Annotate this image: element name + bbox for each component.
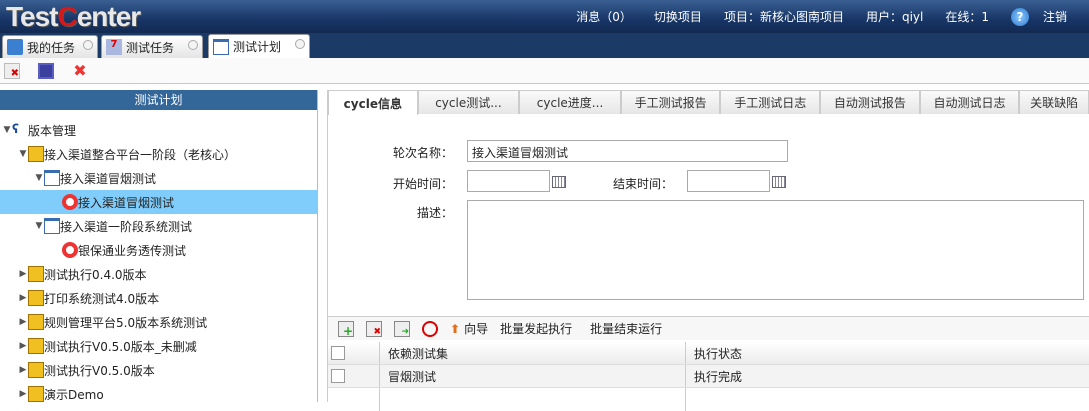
briefcase-icon xyxy=(28,386,44,402)
plan-icon xyxy=(213,38,229,55)
app-header: TestCenter 消息（0） 切换项目 项目：新核心图南项目 用户：qiyl… xyxy=(0,0,1089,33)
column-header[interactable]: 执行状态 xyxy=(686,342,1089,364)
tree-node[interactable]: ▶ 测试执行0.4.0版本 xyxy=(0,262,317,286)
signpost-icon: ⬆ xyxy=(450,321,461,336)
plan-icon xyxy=(44,170,60,186)
close-icon[interactable] xyxy=(188,40,198,50)
forbid-icon[interactable] xyxy=(422,320,438,337)
calendar-icon[interactable] xyxy=(772,176,786,188)
basket-icon xyxy=(7,39,23,55)
row-checkbox[interactable] xyxy=(331,369,345,383)
lifebuoy-icon xyxy=(62,194,78,210)
delete-file-icon[interactable]: ✖ xyxy=(4,62,20,79)
tree-node[interactable]: 银保通业务透传测试 xyxy=(0,238,317,262)
tab-test-plan[interactable]: 测试计划 xyxy=(208,34,310,58)
logout-link[interactable]: 注销 xyxy=(1043,8,1067,25)
import-row-icon[interactable]: ➜ xyxy=(394,320,410,337)
tree-node[interactable]: ▶ 测试执行V0.5.0版本_未删减 xyxy=(0,334,317,358)
user-label: 用户：qiyl xyxy=(865,10,924,24)
briefcase-icon xyxy=(28,266,44,282)
project-label: 项目：新核心图南项目 xyxy=(723,10,844,24)
tree-node[interactable]: ▶ 打印系统测试4.0版本 xyxy=(0,286,317,310)
end-time-input[interactable] xyxy=(687,170,770,192)
tab-cycle-progress[interactable]: cycle进度... xyxy=(519,90,621,114)
toolbar: ✖ ✖ xyxy=(0,58,1089,84)
tree-node[interactable]: ▶ 规则管理平台5.0版本系统测试 xyxy=(0,310,317,334)
logo: TestCenter xyxy=(6,1,141,32)
briefcase-icon xyxy=(28,146,44,162)
briefcase-icon xyxy=(28,338,44,354)
delete-row-icon[interactable]: ✖ xyxy=(366,320,382,337)
version-icon: ʕ xyxy=(12,122,19,136)
tab-test-tasks[interactable]: 7 测试任务 xyxy=(101,35,203,58)
column-header[interactable]: 依赖测试集 xyxy=(380,342,686,364)
grid-toolbar: + ✖ ➜ ⬆ 向导 批量发起执行 批量结束运行 xyxy=(328,316,1089,340)
close-icon[interactable]: ✖ xyxy=(72,62,88,79)
batch-start-button[interactable]: 批量发起执行 xyxy=(500,320,572,337)
panel-title: 测试计划 xyxy=(0,90,317,110)
briefcase-icon xyxy=(28,314,44,330)
tab-my-tasks[interactable]: 我的任务 xyxy=(2,35,98,58)
tree-node[interactable]: ▼ 接入渠道一阶段系统测试 xyxy=(0,214,317,238)
batch-end-button[interactable]: 批量结束运行 xyxy=(590,320,662,337)
tab-manual-log[interactable]: 手工测试日志 xyxy=(720,90,821,114)
tab-cycle-info[interactable]: cycle信息 xyxy=(328,90,418,115)
close-icon[interactable] xyxy=(295,39,305,49)
close-icon[interactable] xyxy=(83,40,93,50)
add-row-icon[interactable]: + xyxy=(338,320,354,338)
tab-manual-report[interactable]: 手工测试报告 xyxy=(620,90,721,114)
wizard-button[interactable]: ⬆ 向导 xyxy=(450,320,488,337)
calendar-icon[interactable] xyxy=(552,176,566,188)
description-label: 描述： xyxy=(417,206,454,220)
grid-header: 依赖测试集 执行状态 xyxy=(328,342,1089,365)
left-panel: 测试计划 ▼ ʕ 版本管理 ▼ 接入渠道整合平台一阶段（老核心） ▼ 接入渠道冒烟测试 … xyxy=(0,90,318,402)
online-label: 在线：1 xyxy=(945,10,989,24)
cell-test-set: 冒烟测试 xyxy=(380,365,686,387)
start-time-label: 开始时间： xyxy=(393,177,454,191)
cell-status: 执行完成 xyxy=(694,369,743,384)
tree-node[interactable]: ▼ ʕ 版本管理 xyxy=(0,118,317,142)
empty-row xyxy=(328,388,1089,411)
tree-node[interactable]: ▶ 测试执行V0.5.0版本 xyxy=(0,358,317,382)
tree-node[interactable]: ▼ 接入渠道整合平台一阶段（老核心） xyxy=(0,142,317,166)
plan-icon xyxy=(44,218,60,234)
tree-node-selected[interactable]: 接入渠道冒烟测试 xyxy=(0,190,317,214)
tree-node[interactable]: ▶ 演示Demo xyxy=(0,382,317,406)
messages-link[interactable]: 消息（0） xyxy=(576,8,632,25)
switch-project-link[interactable]: 切换项目 xyxy=(654,8,702,25)
description-textarea[interactable] xyxy=(467,200,1084,300)
table-row[interactable]: 冒烟测试 执行完成 xyxy=(328,365,1089,388)
lifebuoy-icon xyxy=(62,242,78,258)
plan-tree: ▼ ʕ 版本管理 ▼ 接入渠道整合平台一阶段（老核心） ▼ 接入渠道冒烟测试 接入渠道冒… xyxy=(0,110,317,406)
save-icon[interactable] xyxy=(38,62,54,79)
briefcase-icon xyxy=(28,290,44,306)
main-tab-bar: 我的任务 7 测试任务 测试计划 xyxy=(0,33,1089,58)
briefcase-icon xyxy=(28,362,44,378)
tab-cycle-tests[interactable]: cycle测试... xyxy=(417,90,520,114)
name-label: 轮次名称： xyxy=(393,146,454,160)
start-time-input[interactable] xyxy=(467,170,550,192)
calendar-icon: 7 xyxy=(106,39,122,55)
end-time-label: 结束时间： xyxy=(613,177,674,191)
tab-linked-defects[interactable]: 关联缺陷 xyxy=(1019,90,1089,114)
panel-tabs: cycle信息 cycle测试... cycle进度... 手工测试报告 手工测… xyxy=(328,90,1089,115)
select-all-checkbox[interactable] xyxy=(331,346,345,360)
dependency-grid: 依赖测试集 执行状态 冒烟测试 执行完成 xyxy=(328,342,1089,411)
name-input[interactable]: 接入渠道冒烟测试 xyxy=(467,140,788,162)
tab-auto-report[interactable]: 自动测试报告 xyxy=(820,90,920,114)
tree-node[interactable]: ▼ 接入渠道冒烟测试 xyxy=(0,166,317,190)
tab-auto-log[interactable]: 自动测试日志 xyxy=(919,90,1020,114)
right-panel: cycle信息 cycle测试... cycle进度... 手工测试报告 手工测… xyxy=(327,90,1089,411)
help-icon[interactable]: ? xyxy=(1010,7,1029,26)
